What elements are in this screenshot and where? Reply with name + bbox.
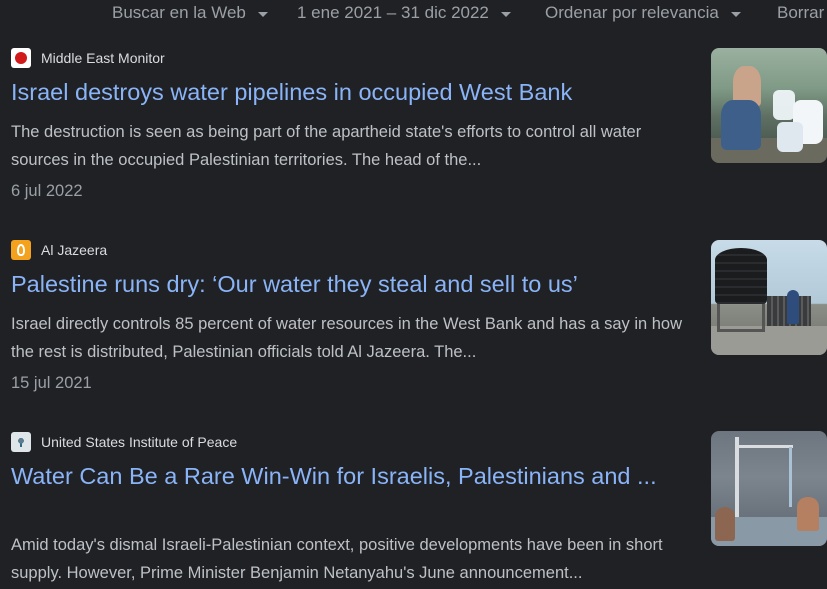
chevron-down-icon: [500, 11, 511, 17]
clear-label: Borrar: [777, 3, 825, 22]
source-name: Al Jazeera: [41, 242, 108, 258]
result-thumbnail[interactable]: [711, 240, 827, 355]
usip-icon: [11, 432, 31, 452]
search-web-dropdown[interactable]: Buscar en la Web: [112, 2, 268, 24]
al-jazeera-icon: [11, 240, 31, 260]
middle-east-monitor-icon: [11, 48, 31, 68]
search-tools-bar: Buscar en la Web 1 ene 2021 – 31 dic 202…: [0, 0, 827, 28]
result-thumbnail[interactable]: [711, 431, 827, 546]
sort-dropdown[interactable]: Ordenar por relevancia: [545, 2, 741, 24]
search-web-label: Buscar en la Web: [112, 3, 246, 22]
source-name: United States Institute of Peace: [41, 434, 238, 450]
sort-label: Ordenar por relevancia: [545, 3, 719, 22]
result-title-link[interactable]: Water Can Be a Rare Win-Win for Israelis…: [11, 461, 691, 492]
date-range-label: 1 ene 2021 – 31 dic 2022: [297, 3, 489, 22]
result-snippet: Amid today's dismal Israeli-Palestinian …: [11, 536, 663, 582]
result-date: 15 jul 2021: [11, 374, 92, 392]
search-results-page: Buscar en la Web 1 ene 2021 – 31 dic 202…: [0, 0, 827, 589]
result-source[interactable]: Middle East Monitor: [11, 47, 165, 69]
result-snippet: The destruction is seen as being part of…: [11, 123, 642, 169]
chevron-down-icon: [730, 11, 741, 17]
source-name: Middle East Monitor: [41, 50, 165, 66]
date-range-dropdown[interactable]: 1 ene 2021 – 31 dic 2022: [297, 2, 511, 24]
result-source[interactable]: United States Institute of Peace: [11, 431, 237, 453]
chevron-down-icon: [257, 11, 268, 17]
result-snippet: Israel directly controls 85 percent of w…: [11, 315, 683, 361]
result-title-link[interactable]: Palestine runs dry: ‘Our water they stea…: [11, 269, 691, 300]
result-source[interactable]: Al Jazeera: [11, 239, 107, 261]
result-date: 6 jul 2022: [11, 182, 83, 200]
result-title-link[interactable]: Israel destroys water pipelines in occup…: [11, 77, 691, 108]
result-thumbnail[interactable]: [711, 48, 827, 163]
clear-button[interactable]: Borrar: [777, 2, 824, 24]
